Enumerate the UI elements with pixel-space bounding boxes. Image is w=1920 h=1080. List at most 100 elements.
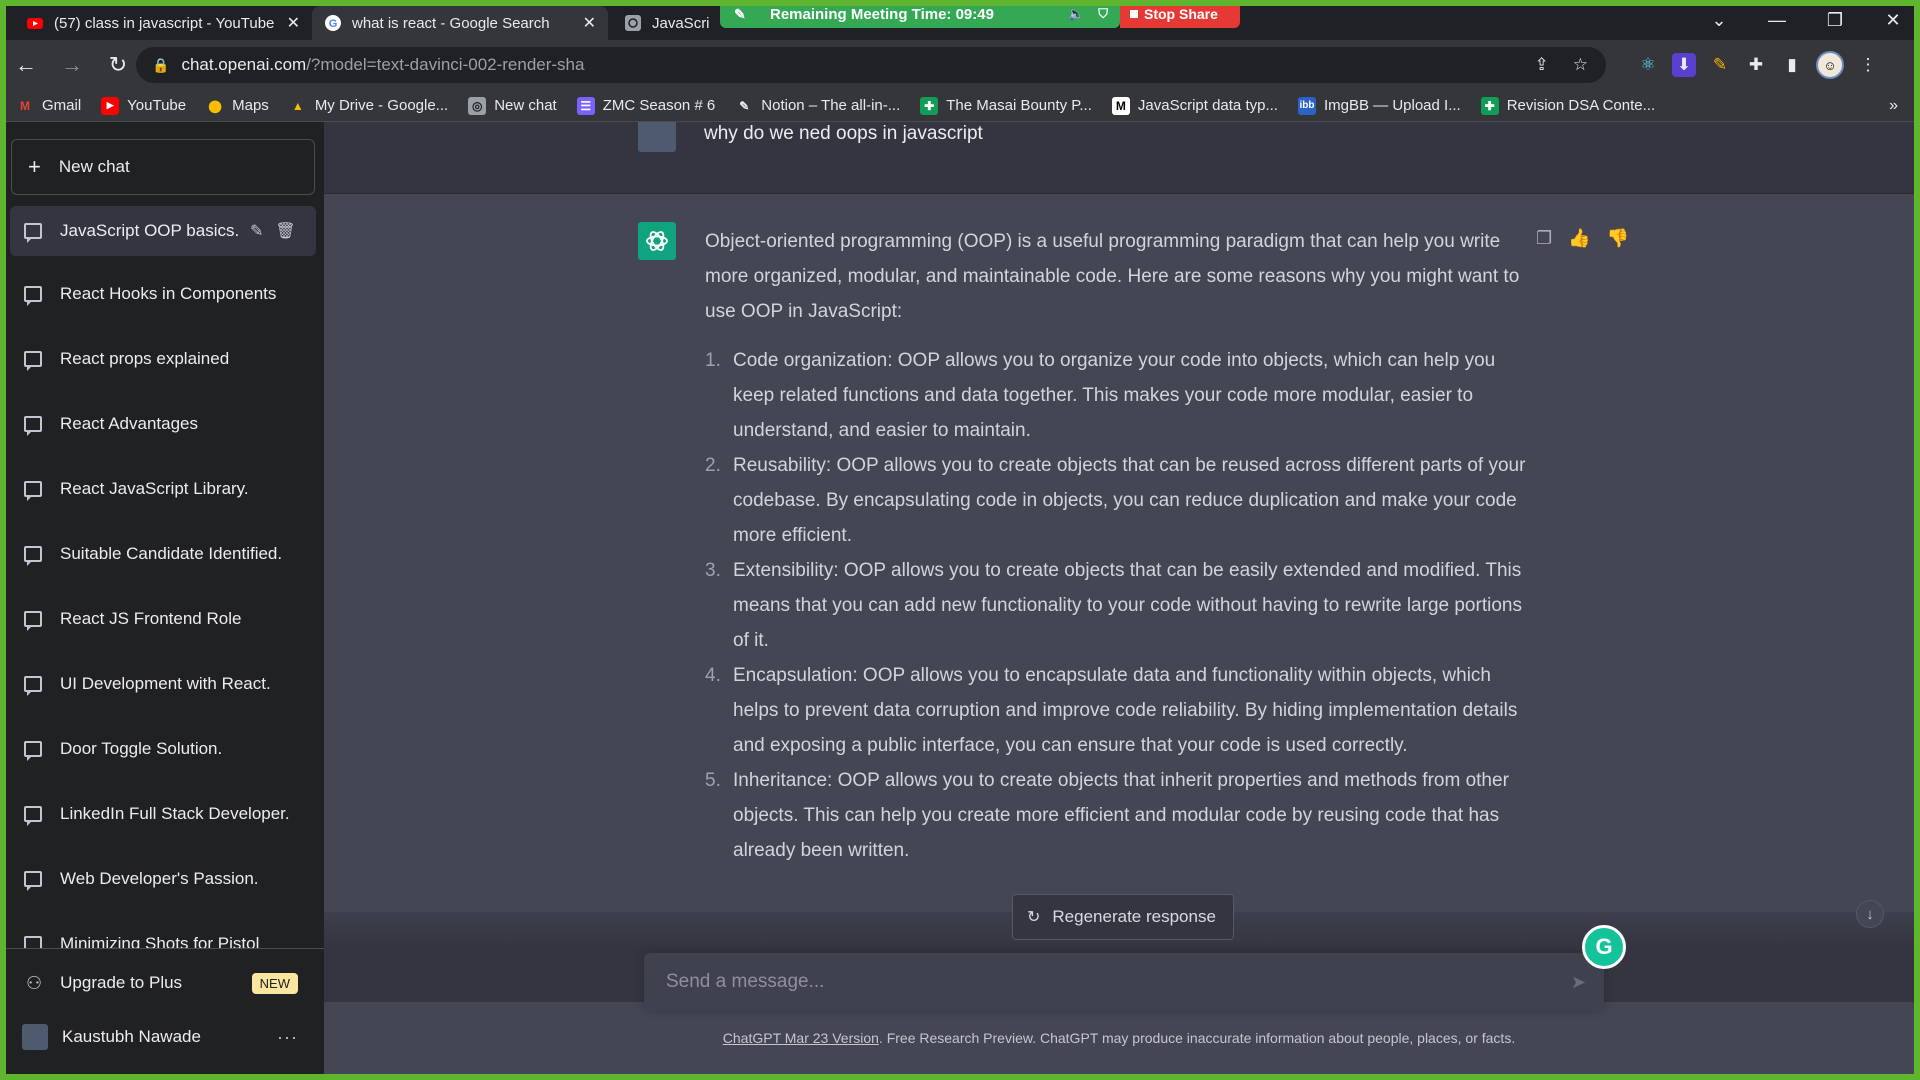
chatgpt-icon [625, 15, 641, 31]
close-tab-icon[interactable]: ✕ [583, 13, 596, 33]
star-icon[interactable]: ☆ [1573, 55, 1588, 75]
bookmark-gmail[interactable]: M Gmail [16, 97, 81, 115]
bookmark-label: ZMC Season # 6 [602, 97, 716, 114]
thumbs-down-icon[interactable]: 👎 [1607, 228, 1629, 249]
react-devtools-icon[interactable]: ⚛ [1636, 53, 1660, 77]
user-menu-button[interactable]: Kaustubh Nawade ··· [10, 1013, 316, 1061]
browser-toolbar: ← → ↻ 🔒 chat.openai.com/?model=text-davi… [0, 40, 1920, 90]
upgrade-to-plus-button[interactable]: ⚇ Upgrade to Plus NEW [10, 959, 316, 1007]
extensions-area: ⚛ ⬇ ✎ ✚ ▮ ☺ ⋮ [1636, 40, 1880, 90]
new-chat-label: New chat [58, 157, 130, 176]
pen-extension-icon[interactable]: ✎ [1708, 53, 1732, 77]
profile-avatar[interactable]: ☺ [1816, 51, 1844, 79]
tab-title: (57) class in javascript - YouTube [54, 14, 275, 32]
share-icon[interactable]: ⇪ [1535, 55, 1549, 75]
minimize-icon[interactable]: — [1748, 0, 1806, 40]
list-item-text: Code organization: OOP allows you to org… [733, 350, 1496, 441]
stop-share-button[interactable]: Stop Share [1120, 0, 1240, 28]
bookmark-label: Maps [232, 97, 269, 114]
close-window-icon[interactable]: ✕ [1864, 0, 1920, 40]
bookmark-imgbb[interactable]: ibb ImgBB — Upload I... [1297, 96, 1461, 115]
conversation-label: React props explained [60, 349, 230, 368]
sidebar-item-conversation[interactable]: Door Toggle Solution. [10, 724, 316, 774]
disclaimer-text: . Free Research Preview. ChatGPT may pro… [878, 1030, 1516, 1046]
chevron-down-icon[interactable]: ⌄ [1690, 0, 1748, 40]
forward-icon[interactable]: → [52, 45, 92, 85]
reload-icon[interactable]: ↻ [98, 45, 138, 85]
edit-icon[interactable]: ✎ [250, 221, 263, 241]
bookmark-notion[interactable]: ✎ Notion – The all-in-... [735, 97, 900, 115]
list-item: 2. Reusability: OOP allows you to create … [705, 448, 1540, 553]
menu-icon[interactable]: ⋮ [1856, 53, 1880, 77]
sidebar-item-conversation[interactable]: UI Development with React. [10, 659, 316, 709]
url-host: chat.openai.com [181, 55, 307, 74]
sidebar-item-conversation[interactable]: Suitable Candidate Identified. [10, 529, 316, 579]
bookmark-zmc[interactable]: ☰ ZMC Season # 6 [576, 96, 716, 115]
chat-main: why do we ned oops in javascript Object-… [324, 122, 1914, 1074]
shield-icon[interactable]: ⛉ [1098, 6, 1108, 22]
arrow-down-icon[interactable]: ↓ [1856, 900, 1884, 928]
tab-youtube[interactable]: (57) class in javascript - YouTube ✕ [14, 6, 312, 40]
back-icon[interactable]: ← [6, 45, 46, 85]
more-bookmarks-icon[interactable]: » [1889, 97, 1898, 115]
sidebar-item-conversation[interactable]: Web Developer's Passion. [10, 854, 316, 904]
trash-icon[interactable]: 🗑 [275, 221, 295, 241]
list-number: 3. [705, 560, 721, 581]
version-link[interactable]: ChatGPT Mar 23 Version [723, 1030, 879, 1046]
more-options-icon[interactable]: ··· [277, 1027, 298, 1048]
bookmark-js-data-types[interactable]: M JavaScript data typ... [1111, 96, 1278, 115]
lock-icon[interactable]: 🔒 [152, 57, 169, 74]
close-tab-icon[interactable]: ✕ [287, 13, 300, 33]
sidebar-icon[interactable]: ▮ [1780, 53, 1804, 77]
google-icon: G [325, 15, 341, 31]
chat-icon [24, 871, 42, 891]
conversation-label: Suitable Candidate Identified. [60, 544, 283, 563]
conversation-label: React JS Frontend Role [60, 609, 242, 628]
sheets-icon: ✚ [1480, 96, 1499, 115]
regenerate-response-button[interactable]: ↻ Regenerate response [1012, 894, 1234, 940]
restore-icon[interactable]: ❐ [1806, 0, 1864, 40]
upgrade-label: Upgrade to Plus [60, 973, 183, 992]
regenerate-label: Regenerate response [1052, 907, 1216, 926]
new-chat-button[interactable]: + New chat [11, 139, 315, 195]
conversation-label: LinkedIn Full Stack Developer. [60, 804, 290, 823]
sidebar-item-conversation[interactable]: React Hooks in Components [10, 269, 316, 319]
bookmark-revision-dsa[interactable]: ✚ Revision DSA Conte... [1480, 96, 1655, 115]
disclaimer-footer: ChatGPT Mar 23 Version. Free Research Pr… [324, 1030, 1914, 1046]
bookmark-youtube[interactable]: ▶ YouTube [101, 96, 186, 115]
puzzle-icon[interactable]: ✚ [1744, 53, 1768, 77]
thumbs-up-icon[interactable]: 👍 [1568, 228, 1590, 249]
tab-google-search[interactable]: G what is react - Google Search ✕ [312, 6, 608, 40]
bookmark-masai[interactable]: ✚ The Masai Bounty P... [920, 96, 1092, 115]
send-icon[interactable]: ➤ [1571, 972, 1586, 993]
address-bar[interactable]: 🔒 chat.openai.com/?model=text-davinci-00… [136, 47, 1606, 83]
bookmark-new-chat[interactable]: ◎ New chat [468, 96, 557, 115]
list-item: 5. Inheritance: OOP allows you to create … [705, 763, 1540, 868]
sheets-icon: ✚ [920, 96, 939, 115]
tab-chatgpt[interactable]: JavaScript [612, 6, 722, 40]
list-number: 1. [705, 350, 721, 371]
sidebar-item-conversation[interactable]: React JavaScript Library. [10, 464, 316, 514]
chat-icon [24, 416, 42, 436]
chatgpt-icon: ◎ [468, 96, 487, 115]
copy-icon[interactable]: ❐ [1536, 228, 1552, 249]
sidebar-item-conversation[interactable]: React props explained [10, 334, 316, 384]
list-number: 2. [705, 455, 721, 476]
speaker-icon[interactable]: 🔈 [1068, 6, 1084, 22]
bookmark-label: Gmail [42, 97, 82, 114]
grammarly-icon[interactable]: G [1582, 925, 1626, 969]
bookmark-maps[interactable]: ⬤ Maps [206, 97, 269, 115]
youtube-icon [27, 18, 43, 29]
sidebar-item-conversation[interactable]: React Advantages [10, 399, 316, 449]
sidebar-item-conversation[interactable]: LinkedIn Full Stack Developer. [10, 789, 316, 839]
download-extension-icon[interactable]: ⬇ [1672, 53, 1696, 77]
chat-icon [24, 286, 42, 306]
sidebar-item-conversation[interactable]: React JS Frontend Role [10, 594, 316, 644]
bookmark-drive[interactable]: ▲ My Drive - Google... [289, 97, 448, 115]
notion-icon: ✎ [739, 98, 750, 113]
openai-logo-icon [646, 231, 668, 251]
list-number: 5. [705, 770, 721, 791]
message-input[interactable] [666, 971, 1571, 993]
answer-intro: Object-oriented programming (OOP) is a u… [705, 231, 1520, 322]
sidebar-item-conversation[interactable]: JavaScript OOP basics. ✎ 🗑 [10, 206, 316, 256]
